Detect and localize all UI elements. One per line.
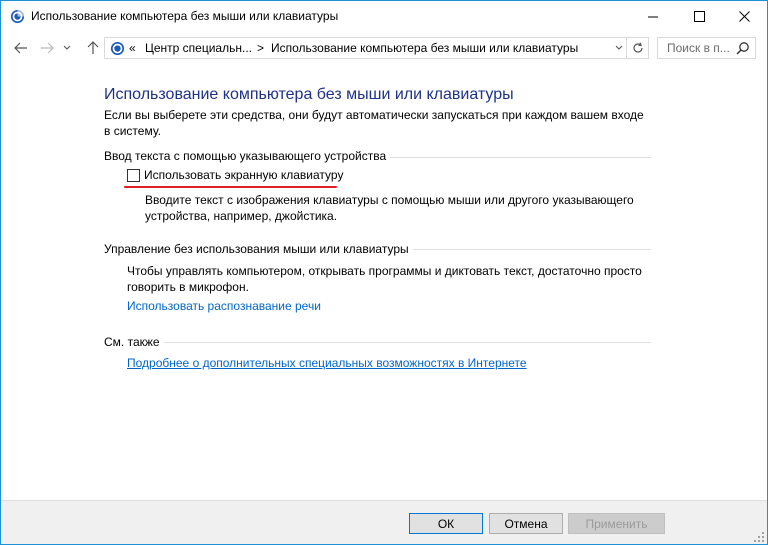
on-screen-keyboard-checkbox[interactable] [127,168,140,182]
section-heading-no-mouse-keyboard: Управление без использования мыши или кл… [104,242,413,256]
arrow-right-icon [41,42,54,54]
chevron-down-icon [63,45,71,50]
arrow-up-icon [87,41,99,54]
minimize-icon [647,16,658,18]
back-button[interactable] [12,38,30,58]
up-button[interactable] [84,38,102,58]
maximize-icon [693,11,705,22]
window-title: Использование компьютера без мыши или кл… [31,9,339,23]
breadcrumb-separator[interactable]: > [257,41,264,55]
title-bar: Использование компьютера без мыши или кл… [1,1,767,32]
refresh-icon [632,42,643,53]
dialog-button-bar: ОК Отмена Применить [1,500,767,544]
forward-button[interactable] [38,38,56,58]
on-screen-keyboard-description: Вводите текст с изображения клавиатуры с… [145,193,634,223]
ease-of-access-icon [10,9,25,24]
close-icon [738,11,750,22]
page-title: Использование компьютера без мыши или кл… [104,86,514,103]
maximize-button[interactable] [676,1,722,32]
search-icon[interactable] [736,41,750,55]
close-button[interactable] [721,1,767,32]
on-screen-keyboard-label[interactable]: Использовать экранную клавиатуру [144,168,343,182]
resize-grip-icon[interactable] [753,531,765,543]
recent-locations-button[interactable] [60,38,74,58]
speech-description: Чтобы управлять компьютером, открывать п… [127,264,642,294]
more-accessibility-online-link[interactable]: Подробнее о дополнительных специальных в… [127,356,527,370]
search-input[interactable]: Поиск в п... [667,41,730,55]
section-heading-pointing-device: Ввод текста с помощью указывающего устро… [104,149,391,163]
window: Использование компьютера без мыши или кл… [0,0,768,545]
minimize-button[interactable] [630,1,676,32]
section-divider [104,342,651,343]
ease-of-access-icon [110,41,125,56]
breadcrumb-item[interactable]: Центр специальн... [145,41,252,55]
arrow-left-icon [14,42,27,54]
navigation-bar: « Центр специальн... > Использование ком… [1,32,767,65]
address-dropdown-button[interactable] [612,41,626,55]
ok-button[interactable]: ОК [409,513,483,534]
breadcrumb-overflow[interactable]: « [129,41,136,55]
intro-text: Если вы выберете эти средства, они будут… [104,108,644,138]
address-bar[interactable]: « Центр специальн... > Использование ком… [104,37,627,59]
search-box[interactable]: Поиск в п... [657,37,756,59]
on-screen-keyboard-option[interactable]: Использовать экранную клавиатуру [127,168,343,182]
apply-button: Применить [568,513,665,534]
cancel-button[interactable]: Отмена [489,513,563,534]
main-content: Использование компьютера без мыши или кл… [1,65,767,500]
breadcrumb-item[interactable]: Использование компьютера без мыши или кл… [271,41,578,55]
chevron-down-icon [615,45,623,50]
refresh-button[interactable] [627,37,649,59]
highlight-underline [124,186,337,188]
section-heading-see-also: См. также [104,335,164,349]
speech-recognition-link[interactable]: Использовать распознавание речи [127,299,321,313]
